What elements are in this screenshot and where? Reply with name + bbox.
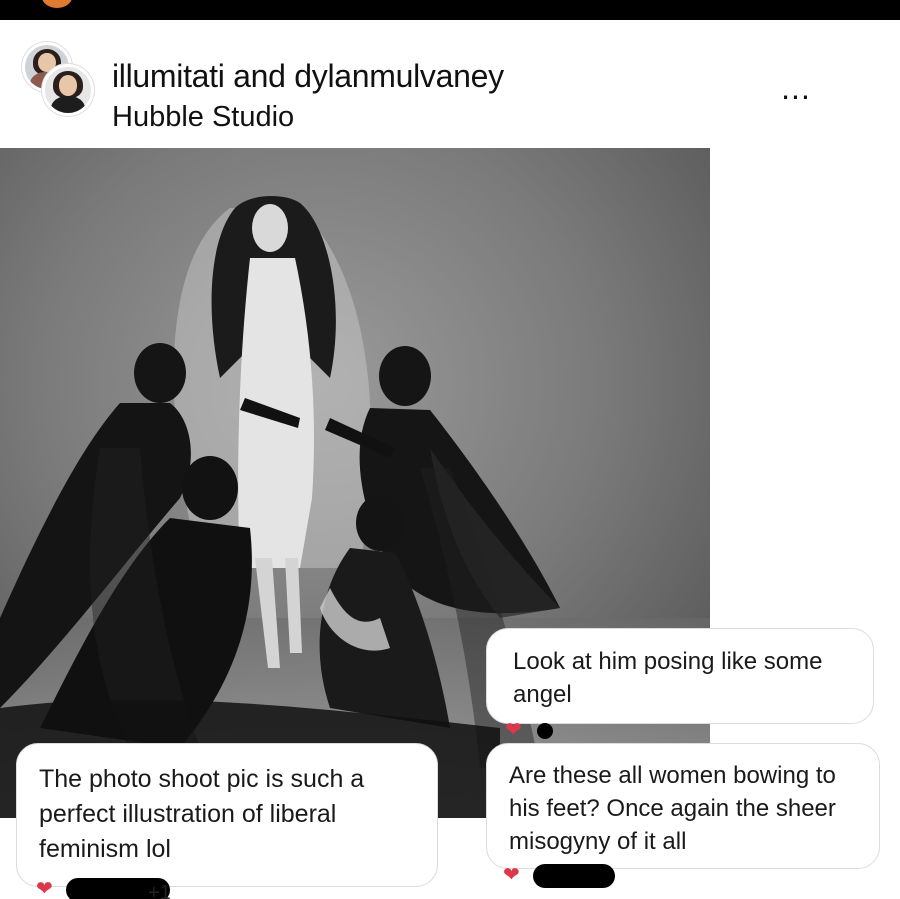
post-username[interactable]: illumitati and dylanmulvaney: [112, 58, 504, 95]
more-options-button[interactable]: ...: [770, 72, 822, 108]
top-status-bar: [0, 0, 900, 20]
comment-text: The photo shoot pic is such a perfect il…: [39, 765, 365, 863]
redacted-avatar: [533, 864, 615, 888]
story-ring-icon: [42, 0, 72, 8]
heart-icon: ❤: [505, 719, 522, 741]
comment-bubble: Are these all women bowing to his feet? …: [486, 743, 880, 869]
redacted-avatar: [537, 723, 553, 739]
reaction-count: +1: [148, 882, 171, 899]
avatar[interactable]: [42, 64, 94, 116]
heart-icon: ❤: [36, 878, 53, 899]
post-location[interactable]: Hubble Studio: [112, 101, 294, 134]
screenshot: illumitati and dylanmulvaney Hubble Stud…: [0, 0, 900, 899]
comment-text: Look at him posing like some angel: [513, 648, 823, 708]
comment-reactions[interactable]: ❤ +1: [36, 876, 186, 899]
comment-text: Are these all women bowing to his feet? …: [509, 762, 836, 855]
comment-reactions[interactable]: ❤: [505, 717, 565, 743]
comment-bubble: The photo shoot pic is such a perfect il…: [16, 743, 438, 887]
comment-bubble: Look at him posing like some angel: [486, 628, 874, 724]
comment-reactions[interactable]: ❤: [503, 862, 623, 888]
heart-icon: ❤: [503, 864, 520, 886]
